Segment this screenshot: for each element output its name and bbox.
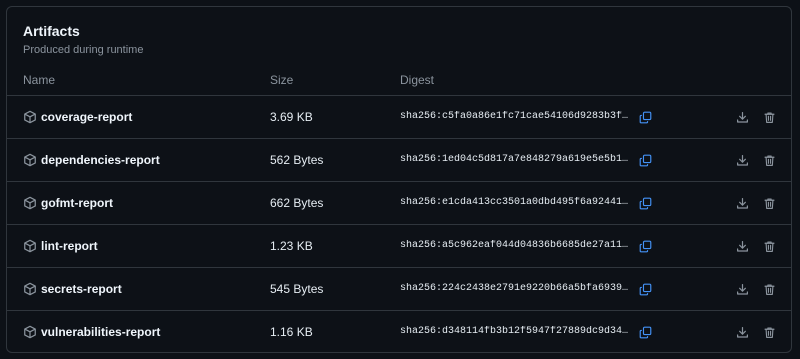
artifact-name-link[interactable]: dependencies-report: [41, 153, 160, 167]
trash-icon: [763, 154, 775, 166]
trash-icon: [763, 326, 775, 338]
artifact-name-link[interactable]: vulnerabilities-report: [41, 325, 160, 339]
download-icon: [736, 326, 748, 338]
table-row: vulnerabilities-report 1.16 KB sha256:d3…: [7, 311, 791, 352]
download-artifact-button[interactable]: [732, 279, 752, 299]
artifact-size: 1.23 KB: [270, 239, 313, 253]
artifact-digest: sha256:a5c962eaf044d04836b6685de27a11b87…: [400, 240, 631, 251]
table-row: lint-report 1.23 KB sha256:a5c962eaf044d…: [7, 225, 791, 268]
copy-icon: [639, 197, 651, 209]
artifacts-subtitle: Produced during runtime: [23, 44, 144, 56]
download-icon: [736, 197, 748, 209]
download-artifact-button[interactable]: [732, 150, 752, 170]
trash-icon: [763, 240, 775, 252]
package-icon: [24, 282, 36, 296]
table-row: dependencies-report 562 Bytes sha256:1ed…: [7, 139, 791, 182]
download-icon: [736, 111, 748, 123]
download-icon: [736, 283, 748, 295]
table-row: secrets-report 545 Bytes sha256:224c2438…: [7, 268, 791, 311]
delete-artifact-button[interactable]: [759, 322, 779, 342]
artifact-name-link[interactable]: coverage-report: [41, 110, 132, 124]
artifact-size: 562 Bytes: [270, 153, 324, 167]
table-row: coverage-report 3.69 KB sha256:c5fa0a86e…: [7, 96, 791, 139]
delete-artifact-button[interactable]: [759, 279, 779, 299]
artifacts-table-body: coverage-report 3.69 KB sha256:c5fa0a86e…: [7, 96, 791, 352]
artifact-size: 545 Bytes: [270, 282, 324, 296]
artifact-size: 1.16 KB: [270, 325, 313, 339]
copy-digest-button[interactable]: [635, 236, 655, 256]
delete-artifact-button[interactable]: [759, 150, 779, 170]
delete-artifact-button[interactable]: [759, 193, 779, 213]
column-header-size: Size: [270, 73, 294, 87]
artifact-digest: sha256:e1cda413cc3501a0dbd495f6a92441744…: [400, 197, 631, 208]
package-icon: [24, 110, 36, 124]
artifact-size: 3.69 KB: [270, 110, 313, 124]
trash-icon: [763, 111, 775, 123]
artifact-name-link[interactable]: gofmt-report: [41, 196, 113, 210]
package-icon: [24, 153, 36, 167]
copy-digest-button[interactable]: [635, 150, 655, 170]
download-artifact-button[interactable]: [732, 322, 752, 342]
download-icon: [736, 240, 748, 252]
delete-artifact-button[interactable]: [759, 236, 779, 256]
copy-digest-button[interactable]: [635, 322, 655, 342]
table-row: gofmt-report 662 Bytes sha256:e1cda413cc…: [7, 182, 791, 225]
artifacts-header: Artifacts Produced during runtime: [23, 23, 143, 57]
artifact-digest: sha256:1ed04c5d817a7e848279a619e5e5b18bb…: [400, 154, 631, 165]
artifacts-panel: Artifacts Produced during runtime Name S…: [6, 6, 792, 353]
artifacts-title: Artifacts: [23, 23, 80, 39]
copy-digest-button[interactable]: [635, 193, 655, 213]
package-icon: [24, 196, 36, 210]
artifact-digest: sha256:c5fa0a86e1fc71cae54106d9283b3fef1…: [400, 111, 631, 122]
artifact-name-link[interactable]: secrets-report: [41, 282, 122, 296]
trash-icon: [763, 197, 775, 209]
package-icon: [24, 325, 36, 339]
artifact-size: 662 Bytes: [270, 196, 324, 210]
copy-icon: [639, 111, 651, 123]
trash-icon: [763, 283, 775, 295]
copy-icon: [639, 240, 651, 252]
copy-digest-button[interactable]: [635, 107, 655, 127]
copy-icon: [639, 283, 651, 295]
package-icon: [24, 239, 36, 253]
download-artifact-button[interactable]: [732, 236, 752, 256]
table-header: Name Size Digest: [7, 65, 791, 96]
copy-icon: [639, 326, 651, 338]
column-header-digest: Digest: [400, 73, 435, 87]
artifact-digest: sha256:d348114fb3b12f5947f27889dc9d34303…: [400, 326, 631, 337]
copy-digest-button[interactable]: [635, 279, 655, 299]
download-artifact-button[interactable]: [732, 193, 752, 213]
delete-artifact-button[interactable]: [759, 107, 779, 127]
artifact-name-link[interactable]: lint-report: [41, 239, 98, 253]
download-icon: [736, 154, 748, 166]
artifact-digest: sha256:224c2438e2791e9220b66a5bfa69398b9…: [400, 283, 631, 294]
copy-icon: [639, 154, 651, 166]
column-header-name: Name: [23, 73, 56, 87]
download-artifact-button[interactable]: [732, 107, 752, 127]
